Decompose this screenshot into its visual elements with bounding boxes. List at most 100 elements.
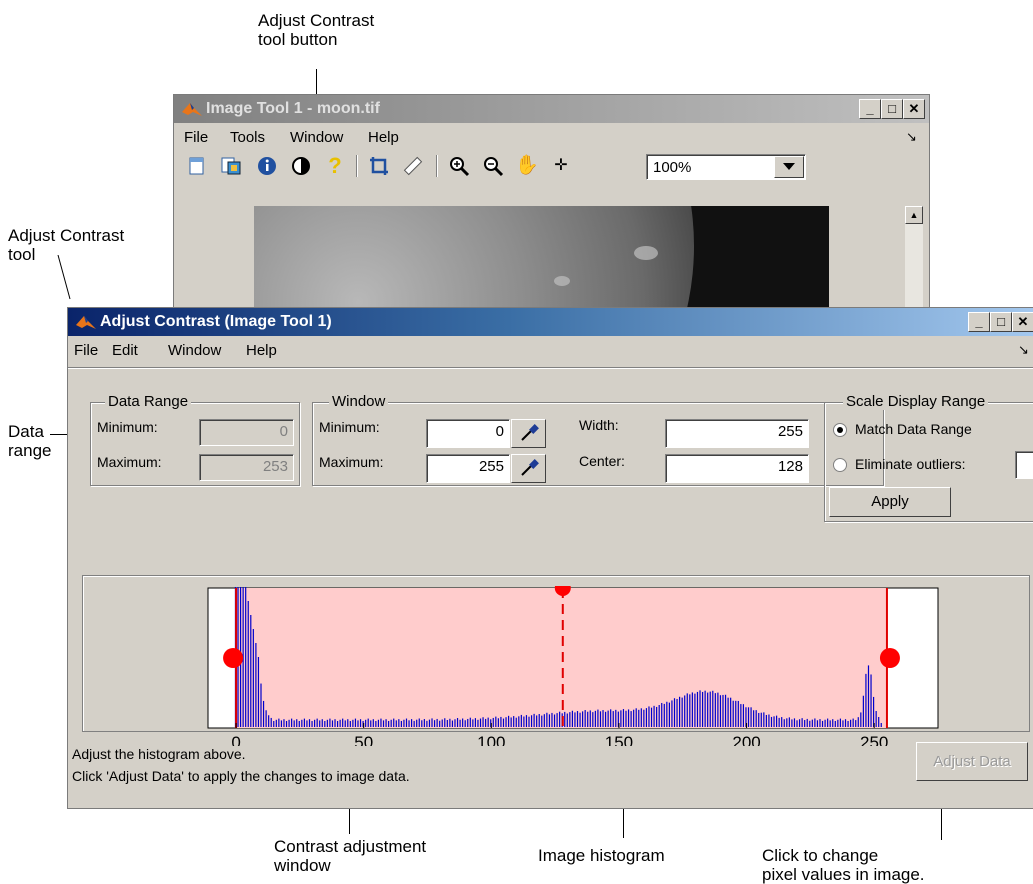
outliers-percent-field[interactable] (1015, 451, 1033, 479)
window-max-eyedropper-button[interactable] (511, 454, 546, 483)
crop-icon[interactable] (366, 153, 392, 179)
matlab-logo-icon (182, 103, 202, 116)
adjust-data-button[interactable]: Adjust Data (916, 742, 1028, 781)
matlab-logo-icon (76, 316, 96, 329)
minimize-button[interactable]: _ (859, 99, 881, 119)
x-tick-label: 100 (477, 733, 505, 746)
scroll-up-button[interactable]: ▲ (905, 206, 923, 224)
window-max-handle[interactable] (879, 648, 900, 668)
window-controls: _ □ ✕ (968, 312, 1033, 332)
window-max-value: 255 (478, 458, 504, 475)
moon-image (254, 206, 829, 308)
pixel-region-icon[interactable]: ✛ (548, 153, 574, 179)
callout-line: Adjust Contrast (8, 226, 125, 245)
callout-adjust-window: Contrast adjustment window (274, 837, 426, 875)
x-tick-label: 250 (860, 733, 888, 746)
callout-line: Adjust Contrast (258, 11, 375, 30)
eliminate-outliers-label[interactable]: Eliminate outliers: (855, 456, 966, 472)
center-value: 128 (777, 458, 803, 475)
data-max-label: Maximum: (97, 454, 162, 470)
callout-line: tool button (258, 30, 338, 49)
zoom-value: 100% (653, 159, 692, 176)
zoom-out-icon[interactable] (480, 153, 506, 179)
moon-crater (634, 246, 658, 260)
scale-display-range-label: Scale Display Range (843, 393, 989, 410)
adjust-contrast-titlebar[interactable]: Adjust Contrast (Image Tool 1) _ □ ✕ (68, 308, 1033, 336)
match-data-range-label[interactable]: Match Data Range (855, 421, 972, 437)
width-value: 255 (777, 423, 803, 440)
vertical-scrollbar[interactable]: ▲ (905, 206, 923, 308)
match-data-range-radio[interactable] (833, 423, 847, 437)
adjust-contrast-menubar: File Edit Window Help ↘ (68, 338, 1033, 364)
x-tick-label: 150 (605, 733, 633, 746)
callout-line: range (8, 441, 52, 460)
menu-window[interactable]: Window (168, 342, 221, 359)
image-tool-toolbar: ? ✋ ✛ 100% (174, 153, 929, 183)
window-max-field[interactable]: 255 (426, 454, 510, 483)
chevron-down-icon (783, 163, 795, 170)
menu-help[interactable]: Help (368, 129, 399, 146)
width-field[interactable]: 255 (665, 419, 809, 448)
eliminate-outliers-radio[interactable] (833, 458, 847, 472)
menu-file[interactable]: File (184, 129, 208, 146)
window-min-label: Minimum: (319, 419, 380, 435)
image-tool-window: Image Tool 1 - moon.tif _ □ ✕ File Tools… (173, 94, 930, 309)
scale-display-range-group: Scale Display Range Match Data Range Eli… (824, 393, 1033, 522)
toolbar-separator (356, 155, 358, 177)
zoom-in-icon[interactable] (446, 153, 472, 179)
dock-arrow-icon[interactable]: ↘ (906, 129, 917, 145)
dock-arrow-icon[interactable]: ↘ (1018, 342, 1029, 358)
callout-line: pixel values in image. (762, 865, 925, 884)
menu-window[interactable]: Window (290, 129, 343, 146)
maximize-button[interactable]: □ (881, 99, 903, 119)
close-button[interactable]: ✕ (903, 99, 925, 119)
close-button[interactable]: ✕ (1012, 312, 1033, 332)
window-min-value: 0 (495, 423, 504, 440)
help-icon[interactable]: ? (322, 153, 348, 179)
apply-button[interactable]: Apply (829, 487, 951, 517)
menu-file[interactable]: File (74, 342, 98, 359)
contrast-window-patch[interactable] (236, 588, 887, 728)
histogram-chart[interactable]: 0 50 100 150 200 250 (206, 586, 1012, 746)
image-tool-menubar: File Tools Window Help ↘ (174, 125, 929, 151)
image-display-area: ▲ (174, 203, 929, 308)
callout-line: window (274, 856, 331, 875)
center-label: Center: (579, 453, 625, 469)
window-min-handle[interactable] (223, 648, 244, 668)
toolbar-separator (436, 155, 438, 177)
callout-line: Click to change (762, 846, 879, 865)
adjust-contrast-window: Adjust Contrast (Image Tool 1) _ □ ✕ Fil… (67, 307, 1033, 809)
ruler-icon[interactable] (400, 153, 426, 179)
pan-hand-icon[interactable]: ✋ (514, 153, 540, 179)
callout-histogram: Image histogram (538, 846, 665, 865)
window-min-eyedropper-button[interactable] (511, 419, 546, 448)
menubar-divider (68, 367, 1033, 369)
window-group-label: Window (329, 393, 389, 410)
data-min-value: 0 (279, 423, 288, 440)
eyedropper-icon (520, 459, 539, 476)
callout-line: Data (8, 422, 44, 441)
new-figure-icon[interactable] (184, 153, 210, 179)
maximize-button[interactable]: □ (990, 312, 1012, 332)
contrast-icon[interactable] (288, 153, 314, 179)
image-tool-titlebar[interactable]: Image Tool 1 - moon.tif _ □ ✕ (174, 95, 929, 123)
moon-surface (254, 206, 694, 308)
overview-icon[interactable] (218, 153, 244, 179)
info-icon[interactable] (254, 153, 280, 179)
instruction-line-1: Adjust the histogram above. (72, 746, 246, 762)
menu-edit[interactable]: Edit (112, 342, 138, 359)
callout-pointer (57, 255, 71, 300)
data-range-label: Data Range (105, 393, 192, 410)
data-max-field: 253 (199, 454, 294, 481)
callout-data-range: Data range (8, 422, 51, 460)
callout-line: Contrast adjustment (274, 837, 427, 856)
window-min-field[interactable]: 0 (426, 419, 510, 448)
minimize-button[interactable]: _ (968, 312, 990, 332)
eyedropper-icon (520, 424, 539, 441)
x-tick-label: 50 (354, 733, 373, 746)
center-field[interactable]: 128 (665, 454, 809, 483)
menu-help[interactable]: Help (246, 342, 277, 359)
zoom-dropdown-button[interactable] (774, 156, 804, 178)
menu-tools[interactable]: Tools (230, 129, 265, 146)
data-max-value: 253 (262, 458, 288, 475)
